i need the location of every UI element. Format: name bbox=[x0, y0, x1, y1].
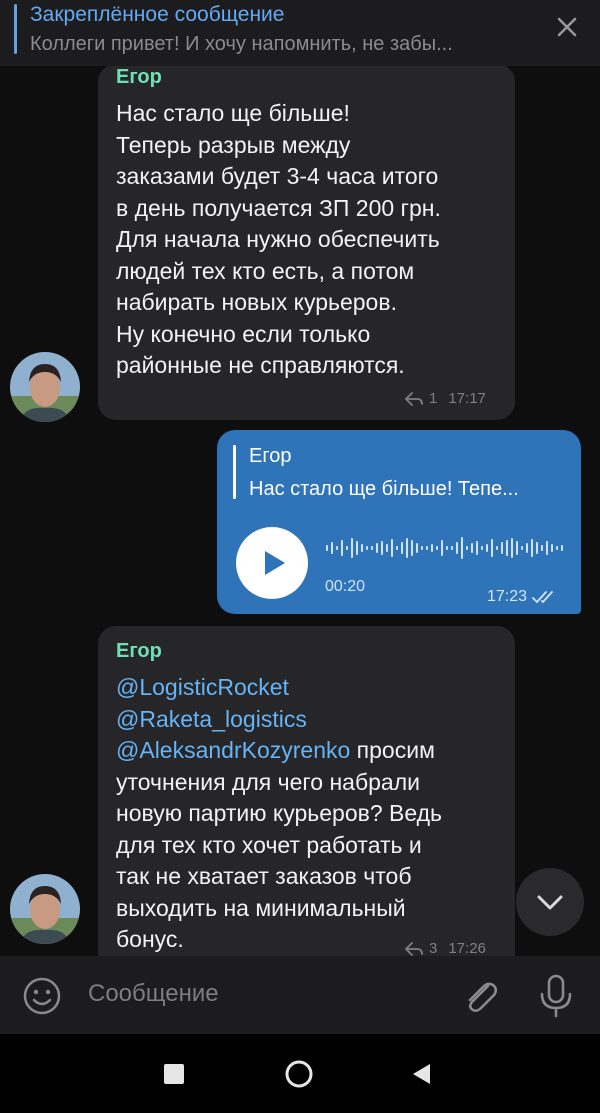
message-meta: 1 17:17 bbox=[404, 390, 486, 407]
chat-area[interactable]: Егор Нас стало ще більше! Теперь разрыв … bbox=[0, 66, 600, 956]
avatar-image bbox=[10, 352, 80, 422]
home-button[interactable] bbox=[284, 1059, 314, 1089]
paperclip-icon[interactable] bbox=[458, 974, 502, 1018]
outgoing-voice-message[interactable]: Егор Нас стало ще більше! Тепе... 00:20 … bbox=[217, 430, 581, 614]
reply-to-text[interactable]: Нас стало ще більше! Тепе... bbox=[249, 478, 519, 501]
message-line: новую партию курьеров? Ведь bbox=[116, 800, 443, 826]
reply-accent-bar bbox=[233, 445, 236, 499]
message-line: @AleksandrKozyrenko просим bbox=[116, 735, 511, 767]
message-line-tail: просим bbox=[350, 737, 435, 763]
message-line: Теперь разрыв между bbox=[116, 131, 351, 158]
message-line: заказами будет 3-4 часа итого bbox=[116, 163, 439, 189]
message-input[interactable]: Сообщение bbox=[88, 980, 219, 1008]
close-icon[interactable] bbox=[550, 10, 584, 44]
message-time: 17:17 bbox=[448, 390, 486, 407]
double-check-icon bbox=[532, 591, 553, 604]
message-text: Нас стало ще більше! Теперь разрыв между… bbox=[116, 98, 511, 382]
message-composer[interactable]: Сообщение bbox=[0, 956, 600, 1034]
message-line: Для начала нужно обеспечить bbox=[116, 226, 440, 252]
scroll-down-button[interactable] bbox=[516, 868, 584, 936]
reply-arrow-icon[interactable] bbox=[404, 391, 424, 406]
message-line: набирать новых курьеров. bbox=[116, 289, 397, 315]
message-bubble[interactable]: Егор @LogisticRocket @Raketa_logistics @… bbox=[98, 626, 515, 956]
play-icon bbox=[265, 551, 285, 575]
message-sender[interactable]: Егор bbox=[116, 66, 162, 89]
recents-button[interactable] bbox=[164, 1064, 184, 1084]
voice-duration: 00:20 bbox=[325, 578, 366, 595]
message-line: людей тех кто есть, а потом bbox=[116, 257, 415, 284]
message-line: выходить на минимальный bbox=[116, 894, 406, 921]
reply-count: 3 bbox=[429, 940, 438, 956]
pinned-title: Закреплённое сообщение bbox=[30, 3, 285, 26]
mention-link[interactable]: @AleksandrKozyrenko bbox=[116, 737, 350, 763]
message-text: @LogisticRocket @Raketa_logistics @Aleks… bbox=[116, 672, 511, 956]
reply-to-name[interactable]: Егор bbox=[249, 445, 291, 468]
message-line: для тех кто хочет работать и bbox=[116, 831, 422, 858]
pinned-message-bar[interactable]: Закреплённое сообщение Коллеги привет! И… bbox=[0, 0, 600, 66]
chevron-down-icon bbox=[537, 895, 563, 910]
emoji-icon[interactable] bbox=[22, 976, 62, 1016]
microphone-icon[interactable] bbox=[536, 972, 576, 1020]
message-meta: 3 17:26 bbox=[404, 940, 486, 956]
message-line: Ну конечно если только bbox=[116, 320, 371, 347]
reply-count: 1 bbox=[429, 390, 438, 407]
message-sender[interactable]: Егор bbox=[116, 640, 162, 663]
message-line: районные не справляются. bbox=[116, 352, 405, 378]
play-button[interactable] bbox=[236, 527, 308, 599]
mention-link[interactable]: @LogisticRocket bbox=[116, 672, 511, 704]
message-meta: 17:23 bbox=[487, 588, 558, 606]
mention-link[interactable]: @Raketa_logistics bbox=[116, 704, 511, 736]
message-line: в день получается ЗП 200 грн. bbox=[116, 194, 441, 221]
back-button[interactable] bbox=[410, 1062, 432, 1086]
avatar-image bbox=[10, 874, 80, 944]
voice-waveform[interactable] bbox=[325, 535, 565, 561]
message-line: так не хватает заказов чтоб bbox=[116, 863, 412, 889]
message-time: 17:26 bbox=[448, 940, 486, 956]
message-line: Нас стало ще більше! bbox=[116, 100, 350, 126]
message-line: уточнения для чего набрали bbox=[116, 768, 420, 795]
message-bubble[interactable]: Егор Нас стало ще більше! Теперь разрыв … bbox=[98, 66, 515, 420]
message-time: 17:23 bbox=[487, 588, 528, 605]
pinned-text: Коллеги привет! И хочу напомнить, не заб… bbox=[30, 33, 453, 55]
pinned-accent-bar bbox=[14, 4, 17, 54]
reply-arrow-icon[interactable] bbox=[404, 941, 424, 956]
avatar[interactable] bbox=[10, 352, 80, 422]
avatar[interactable] bbox=[10, 874, 80, 944]
